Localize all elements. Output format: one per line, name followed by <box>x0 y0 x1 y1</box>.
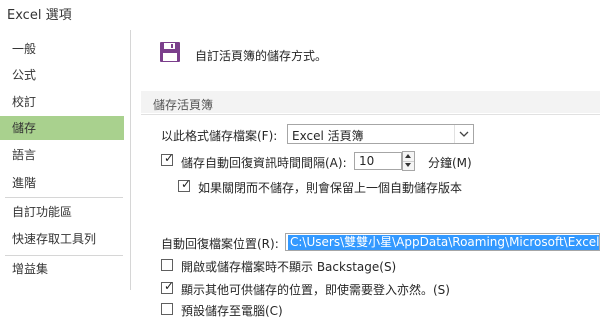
checkmark-icon: ✓ <box>164 151 175 165</box>
sidebar-item-formulas[interactable]: 公式 <box>0 63 124 87</box>
sidebar-item-advanced[interactable]: 進階 <box>0 171 124 195</box>
keep-last-version-label: 如果關閉而不儲存，則會保留上一個自動儲存版本 <box>198 181 463 195</box>
show-additional-places-checkbox[interactable]: ✓ <box>161 279 175 294</box>
section-title: 儲存活頁簿 <box>153 98 214 112</box>
checkmark-icon: ✓ <box>181 177 192 191</box>
interval-spinner[interactable] <box>402 151 415 171</box>
arrow-down-icon <box>405 163 411 167</box>
no-backstage-checkbox[interactable] <box>161 259 173 271</box>
sidebar-item-proofing[interactable]: 校訂 <box>0 90 124 114</box>
header-description: 自訂活頁簿的儲存方式。 <box>195 49 328 63</box>
main-panel: 自訂活頁簿的儲存方式。 儲存活頁簿 以此格式儲存檔案(F): Excel 活頁簿… <box>131 30 600 318</box>
window-title: Excel 選項 <box>7 8 72 23</box>
autorecover-location-label: 自動回復檔案位置(R): <box>161 237 279 251</box>
autorecover-label: 儲存自動回復資訊時間間隔(A): <box>181 156 347 170</box>
autorecover-checkbox[interactable]: ✓ <box>161 151 175 166</box>
autorecover-location-input[interactable]: C:\Users\雙雙小星\AppData\Roaming\Microsoft\… <box>285 233 600 251</box>
save-icon <box>160 42 180 62</box>
title-bar: Excel 選項 <box>0 0 600 30</box>
spin-down-button[interactable] <box>403 161 414 170</box>
save-format-value: Excel 活頁簿 <box>292 129 364 143</box>
no-backstage-label: 開啟或儲存檔案時不顯示 Backstage(S) <box>181 260 397 274</box>
save-format-label: 以此格式儲存檔案(F): <box>161 129 278 143</box>
chevron-down-icon[interactable] <box>454 125 473 143</box>
save-to-computer-checkbox[interactable] <box>161 303 173 315</box>
section-divider <box>141 114 600 115</box>
sidebar-item-save[interactable]: 儲存 <box>0 116 124 140</box>
arrow-up-icon <box>405 154 411 158</box>
autorecover-interval-input[interactable]: 10 <box>354 152 402 170</box>
sidebar-divider <box>5 197 123 198</box>
sidebar-item-general[interactable]: 一般 <box>0 37 124 61</box>
autorecover-interval-value: 10 <box>359 154 375 168</box>
checkmark-icon: ✓ <box>164 279 175 293</box>
sidebar-item-add-ins[interactable]: 增益集 <box>0 257 124 281</box>
keep-last-version-checkbox[interactable]: ✓ <box>178 177 192 192</box>
sidebar-item-quick-access-toolbar[interactable]: 快速存取工具列 <box>0 227 124 251</box>
autorecover-location-value: C:\Users\雙雙小星\AppData\Roaming\Microsoft\… <box>288 235 599 250</box>
save-to-computer-label: 預設儲存至電腦(C) <box>181 304 283 318</box>
save-format-dropdown[interactable]: Excel 活頁簿 <box>287 124 474 144</box>
sidebar: 一般 公式 校訂 儲存 語言 進階 自訂功能區 快速存取工具列 增益集 <box>0 30 131 290</box>
minutes-label: 分鐘(M) <box>428 156 472 170</box>
sidebar-item-language[interactable]: 語言 <box>0 143 124 167</box>
sidebar-item-customize-ribbon[interactable]: 自訂功能區 <box>0 200 124 224</box>
sidebar-divider <box>5 255 123 256</box>
